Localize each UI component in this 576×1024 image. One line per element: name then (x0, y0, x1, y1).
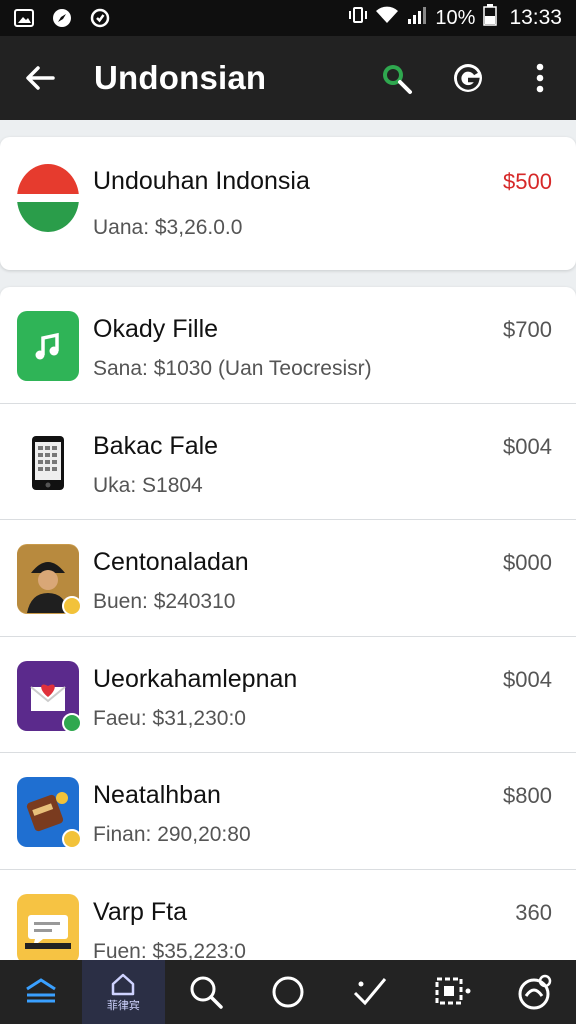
coin-badge-icon (62, 829, 82, 849)
item-title: Bakac Fale (93, 431, 219, 460)
item-subtitle: Uka: S1804 (93, 473, 203, 497)
featured-title: Undouhan Indonsia (93, 167, 310, 195)
nav-search[interactable] (165, 960, 247, 1024)
gallery-icon (14, 8, 34, 28)
item-title: Okady Fille (93, 315, 219, 343)
nav-home[interactable]: 菲律宾 (82, 960, 165, 1024)
search-icon (383, 65, 412, 94)
back-button[interactable] (0, 36, 80, 120)
status-bar: 10% 13:33 (0, 0, 576, 36)
more-options-button[interactable] (504, 36, 576, 120)
search-icon (190, 976, 223, 1009)
compass-icon (52, 8, 72, 28)
wifi-icon (375, 5, 399, 31)
heart-mail-icon (17, 660, 82, 733)
google-icon (454, 64, 482, 92)
battery-icon (483, 4, 498, 32)
item-title: Ueorkahamlepnan (93, 664, 298, 693)
circle-icon (272, 976, 304, 1008)
check-icon (354, 978, 387, 1006)
nav-circle[interactable] (247, 960, 329, 1024)
badge-icon (62, 712, 82, 733)
featured-price: $500 (503, 169, 552, 194)
featured-subtitle: Uana: $3,26.0.0 (93, 216, 243, 239)
sync-icon (90, 8, 110, 28)
item-price: $004 (503, 433, 552, 459)
more-vert-icon (536, 63, 544, 93)
indonesia-flag-icon (17, 164, 79, 232)
nav-home-label: 菲律宾 (106, 999, 140, 1012)
nav-menu[interactable] (0, 960, 82, 1024)
list-item[interactable]: Okady Fille Sana: $1030 (Uan Teocresisr)… (0, 287, 576, 404)
item-subtitle: Buen: $240310 (93, 590, 236, 613)
person-photo-icon (17, 544, 82, 616)
google-button[interactable] (432, 36, 504, 120)
featured-card[interactable]: Undouhan Indonsia Uana: $3,26.0.0 $500 (0, 137, 576, 270)
item-price: 360 (515, 899, 552, 925)
list-item[interactable]: Bakac Fale Uka: S1804 $004 (0, 404, 576, 520)
clock: 13:33 (509, 6, 562, 29)
item-title: Neatalhban (93, 781, 221, 809)
item-list: Okady Fille Sana: $1030 (Uan Teocresisr)… (0, 287, 576, 967)
item-price: $700 (503, 317, 552, 342)
stack-menu-icon (26, 978, 56, 1003)
app-bar: Undonsian (0, 36, 576, 120)
item-title: Varp Fta (93, 897, 188, 926)
battery-percent: 10% (435, 6, 476, 29)
item-subtitle: Finan: 290,20:80 (93, 823, 251, 846)
item-title: Centonaladan (93, 548, 249, 576)
nav-check[interactable] (329, 960, 411, 1024)
item-price: $004 (503, 666, 552, 692)
arrow-left-icon (26, 66, 55, 90)
nav-globe[interactable] (494, 960, 576, 1024)
list-item[interactable]: Ueorkahamlepnan Faeu: $31,230:0 $004 (0, 637, 576, 753)
globe-icon (518, 974, 552, 1010)
item-subtitle: Faeu: $31,230:0 (93, 706, 246, 730)
nav-grid[interactable] (411, 960, 493, 1024)
item-subtitle: Sana: $1030 (Uan Teocresisr) (93, 357, 372, 380)
grid-icon (435, 977, 471, 1005)
item-price: $800 (503, 783, 552, 808)
vibrate-icon (349, 5, 368, 31)
list-item[interactable]: Varp Fta Fuen: $35,223:0 360 (0, 870, 576, 968)
music-note-icon (17, 311, 79, 381)
list-item[interactable]: Centonaladan Buen: $240310 $000 (0, 520, 576, 637)
game-icon (17, 777, 82, 849)
home-icon (112, 973, 135, 995)
page-title: Undonsian (94, 59, 267, 96)
phone-icon (17, 428, 79, 498)
coin-badge-icon (62, 596, 82, 616)
chat-icon (17, 893, 79, 964)
signal-icon (407, 5, 427, 31)
search-button[interactable] (360, 36, 432, 120)
item-price: $000 (503, 550, 552, 575)
bottom-nav: 菲律宾 (0, 960, 576, 1024)
list-item[interactable]: Neatalhban Finan: 290,20:80 $800 (0, 753, 576, 870)
